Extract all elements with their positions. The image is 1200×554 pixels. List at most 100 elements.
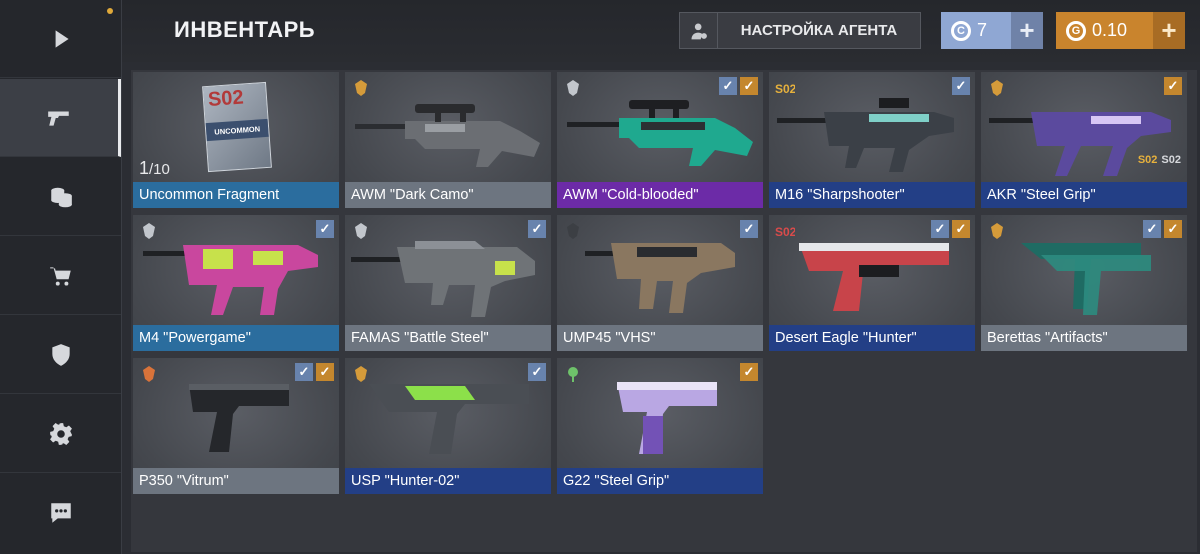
sticker-tags: S02 S02 <box>1138 154 1181 166</box>
dual-smg-image <box>1021 243 1151 315</box>
pistol-image <box>799 243 949 311</box>
sidebar-item-chat[interactable] <box>0 474 121 552</box>
equipped-check-icon: ✓ <box>719 77 737 95</box>
item-name: AKR "Steel Grip" <box>981 182 1187 208</box>
fragment-rarity-label: UNCOMMON <box>205 118 269 142</box>
equipped-check-icon: ✓ <box>931 220 949 238</box>
silver-currency: C 7 + <box>941 12 1043 49</box>
agent-setup-button[interactable]: НАСТРОЙКА АГЕНТА <box>679 12 921 49</box>
shield-icon <box>51 343 70 366</box>
gold-emblem-icon <box>350 77 372 99</box>
item-name: USP "Hunter-02" <box>345 468 551 494</box>
item-name: AWM "Cold-blooded" <box>557 182 763 208</box>
gold-emblem-icon <box>350 363 372 385</box>
favorite-check-icon: ✓ <box>1164 220 1182 238</box>
item-name: AWM "Dark Camo" <box>345 182 551 208</box>
coins-icon <box>50 187 72 207</box>
sidebar <box>0 0 122 554</box>
fragment-icon: S02 UNCOMMON <box>202 81 272 173</box>
sniper-rifle-image <box>355 104 540 167</box>
gold-currency: G 0.10 + <box>1056 12 1185 49</box>
silver-emblem-icon <box>138 220 160 242</box>
sidebar-item-play[interactable] <box>0 0 121 78</box>
header: ИНВЕНТАРЬ НАСТРОЙКА АГЕНТА C 7 + G 0.10 … <box>122 0 1200 62</box>
dark-emblem-icon <box>562 220 584 242</box>
equipped-check-icon: ✓ <box>316 220 334 238</box>
season-badge-icon: S02 <box>774 220 796 242</box>
favorite-check-icon: ✓ <box>952 220 970 238</box>
inventory-card[interactable]: S02 UNCOMMON 1/10 Uncommon Fragment <box>133 72 339 208</box>
inventory-card[interactable]: ✓ USP "Hunter-02" <box>345 358 551 494</box>
favorite-check-icon: ✓ <box>1164 77 1182 95</box>
equipped-check-icon: ✓ <box>740 220 758 238</box>
fragment-count: 1/10 <box>139 158 170 178</box>
item-name: UMP45 "VHS" <box>557 325 763 351</box>
sidebar-item-shop[interactable] <box>0 237 121 315</box>
silver-coin-icon: C <box>951 20 971 41</box>
inventory-card[interactable]: S02 ✓ ✓ Desert Eagle "Hunter" <box>769 215 975 351</box>
inventory-card[interactable]: ✓ S02 S02 AKR "Steel Grip" <box>981 72 1187 208</box>
inventory-card[interactable]: ✓ ✓ AWM "Cold-blooded" <box>557 72 763 208</box>
sidebar-item-clan[interactable] <box>0 316 121 394</box>
inventory-card[interactable]: ✓ ✓ P350 "Vitrum" <box>133 358 339 494</box>
chat-icon <box>50 503 71 523</box>
fragment-season-label: S02 <box>207 86 245 111</box>
gold-emblem-icon <box>986 77 1008 99</box>
assault-rifle-image <box>777 98 954 172</box>
svg-text:S02: S02 <box>775 82 795 96</box>
equipped-check-icon: ✓ <box>528 363 546 381</box>
inventory-card[interactable]: S02 ✓ M16 "Sharpshooter" <box>769 72 975 208</box>
inventory-card[interactable]: ✓ UMP45 "VHS" <box>557 215 763 351</box>
inventory-card[interactable]: ✓ G22 "Steel Grip" <box>557 358 763 494</box>
equipped-check-icon: ✓ <box>528 220 546 238</box>
sniper-rifle-image <box>567 100 753 166</box>
gold-emblem-icon <box>986 220 1008 242</box>
pistol-image <box>617 382 717 454</box>
sidebar-item-inventory[interactable] <box>0 79 121 157</box>
inventory-card[interactable]: ✓ M4 "Powergame" <box>133 215 339 351</box>
equipped-check-icon: ✓ <box>952 77 970 95</box>
add-silver-button[interactable]: + <box>1011 12 1043 49</box>
orange-emblem-icon <box>138 363 160 385</box>
green-emblem-icon <box>562 363 584 385</box>
assault-rifle-image <box>989 112 1171 176</box>
item-name: FAMAS "Battle Steel" <box>345 325 551 351</box>
inventory-grid: S02 UNCOMMON 1/10 Uncommon Fragment AWM … <box>131 70 1197 552</box>
add-gold-button[interactable]: + <box>1153 12 1185 49</box>
smg-image <box>585 243 735 313</box>
item-name: G22 "Steel Grip" <box>557 468 763 494</box>
gear-icon <box>49 422 72 445</box>
season-badge-icon: S02 <box>774 77 796 99</box>
inventory-card[interactable]: ✓ ✓ Berettas "Artifacts" <box>981 215 1187 351</box>
item-name: Berettas "Artifacts" <box>981 325 1187 351</box>
agent-setup-label: НАСТРОЙКА АГЕНТА <box>740 22 898 39</box>
inventory-card[interactable]: ✓ FAMAS "Battle Steel" <box>345 215 551 351</box>
equipped-check-icon: ✓ <box>295 363 313 381</box>
inventory-card[interactable]: AWM "Dark Camo" <box>345 72 551 208</box>
assault-rifle-image <box>143 245 318 315</box>
silver-amount: 7 <box>977 20 988 40</box>
silver-emblem-icon <box>350 220 372 242</box>
svg-text:S02: S02 <box>775 225 795 239</box>
sticker-label: S02 <box>1161 154 1181 166</box>
favorite-check-icon: ✓ <box>740 363 758 381</box>
cart-icon <box>49 266 71 286</box>
assault-rifle-image <box>351 241 535 317</box>
pistol-icon <box>48 111 69 126</box>
item-name: Desert Eagle "Hunter" <box>769 325 975 351</box>
item-name: M16 "Sharpshooter" <box>769 182 975 208</box>
item-name: M4 "Powergame" <box>133 325 339 351</box>
favorite-check-icon: ✓ <box>316 363 334 381</box>
gold-coin-icon: G <box>1066 20 1086 41</box>
equipped-check-icon: ✓ <box>1143 220 1161 238</box>
item-name: Uncommon Fragment <box>133 182 339 208</box>
play-icon <box>55 29 69 48</box>
pistol-image <box>189 384 289 452</box>
silver-emblem-icon <box>562 77 584 99</box>
favorite-check-icon: ✓ <box>740 77 758 95</box>
page-title: ИНВЕНТАРЬ <box>174 17 316 42</box>
agent-icon <box>691 23 707 39</box>
sidebar-item-settings[interactable] <box>0 395 121 473</box>
sidebar-item-coins[interactable] <box>0 158 121 236</box>
sticker-label: S02 <box>1137 154 1158 166</box>
